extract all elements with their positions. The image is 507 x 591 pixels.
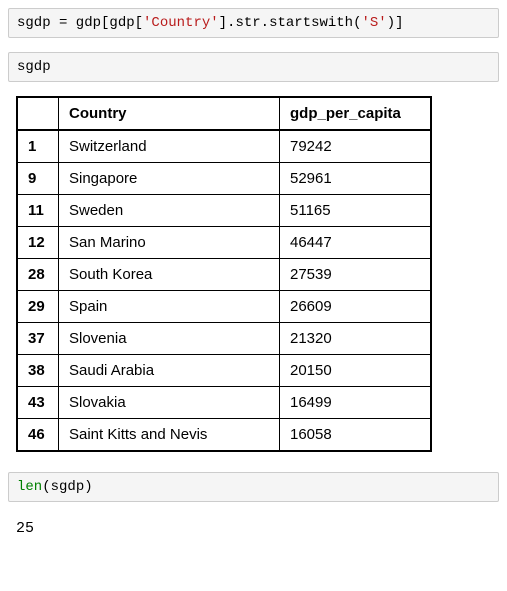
table-row: 29Spain26609	[17, 291, 431, 323]
code-token: ].str.startswith(	[219, 15, 362, 31]
row-index: 46	[17, 419, 59, 452]
cell-gdp: 26609	[280, 291, 432, 323]
code-cell-2[interactable]: sgdp	[8, 52, 499, 82]
row-index: 11	[17, 195, 59, 227]
table-row: 12San Marino46447	[17, 227, 431, 259]
row-index: 38	[17, 355, 59, 387]
index-header	[17, 97, 59, 130]
table-row: 38Saudi Arabia20150	[17, 355, 431, 387]
cell-country: Switzerland	[59, 130, 280, 163]
table-row: 9Singapore52961	[17, 163, 431, 195]
cell-gdp: 27539	[280, 259, 432, 291]
column-header-country: Country	[59, 97, 280, 130]
dataframe-output: Country gdp_per_capita 1Switzerland79242…	[16, 96, 499, 452]
cell-country: Sweden	[59, 195, 280, 227]
code-token: sgdp = gdp[gdp[	[17, 15, 143, 31]
output-value: 25	[8, 516, 499, 537]
code-string: 'S'	[361, 15, 386, 31]
code-cell-3[interactable]: len(sgdp)	[8, 472, 499, 502]
cell-country: Spain	[59, 291, 280, 323]
cell-gdp: 52961	[280, 163, 432, 195]
table-row: 11Sweden51165	[17, 195, 431, 227]
table-row: 37Slovenia21320	[17, 323, 431, 355]
cell-gdp: 51165	[280, 195, 432, 227]
code-token: )]	[387, 15, 404, 31]
row-index: 12	[17, 227, 59, 259]
code-cell-1[interactable]: sgdp = gdp[gdp['Country'].str.startswith…	[8, 8, 499, 38]
cell-gdp: 20150	[280, 355, 432, 387]
column-header-gdp: gdp_per_capita	[280, 97, 432, 130]
cell-country: Saudi Arabia	[59, 355, 280, 387]
cell-country: San Marino	[59, 227, 280, 259]
table-row: 46Saint Kitts and Nevis16058	[17, 419, 431, 452]
cell-country: Saint Kitts and Nevis	[59, 419, 280, 452]
table-row: 28South Korea27539	[17, 259, 431, 291]
cell-gdp: 16499	[280, 387, 432, 419]
cell-country: Slovenia	[59, 323, 280, 355]
code-string: 'Country'	[143, 15, 219, 31]
code-token: (sgdp)	[42, 479, 92, 495]
row-index: 9	[17, 163, 59, 195]
cell-gdp: 16058	[280, 419, 432, 452]
row-index: 1	[17, 130, 59, 163]
row-index: 43	[17, 387, 59, 419]
row-index: 29	[17, 291, 59, 323]
cell-gdp: 21320	[280, 323, 432, 355]
cell-country: Singapore	[59, 163, 280, 195]
cell-country: Slovakia	[59, 387, 280, 419]
table-row: 43Slovakia16499	[17, 387, 431, 419]
row-index: 28	[17, 259, 59, 291]
cell-gdp: 79242	[280, 130, 432, 163]
code-token: sgdp	[17, 59, 51, 75]
dataframe-table: Country gdp_per_capita 1Switzerland79242…	[16, 96, 432, 452]
row-index: 37	[17, 323, 59, 355]
cell-gdp: 46447	[280, 227, 432, 259]
code-builtin: len	[17, 479, 42, 495]
cell-country: South Korea	[59, 259, 280, 291]
table-row: 1Switzerland79242	[17, 130, 431, 163]
table-header-row: Country gdp_per_capita	[17, 97, 431, 130]
